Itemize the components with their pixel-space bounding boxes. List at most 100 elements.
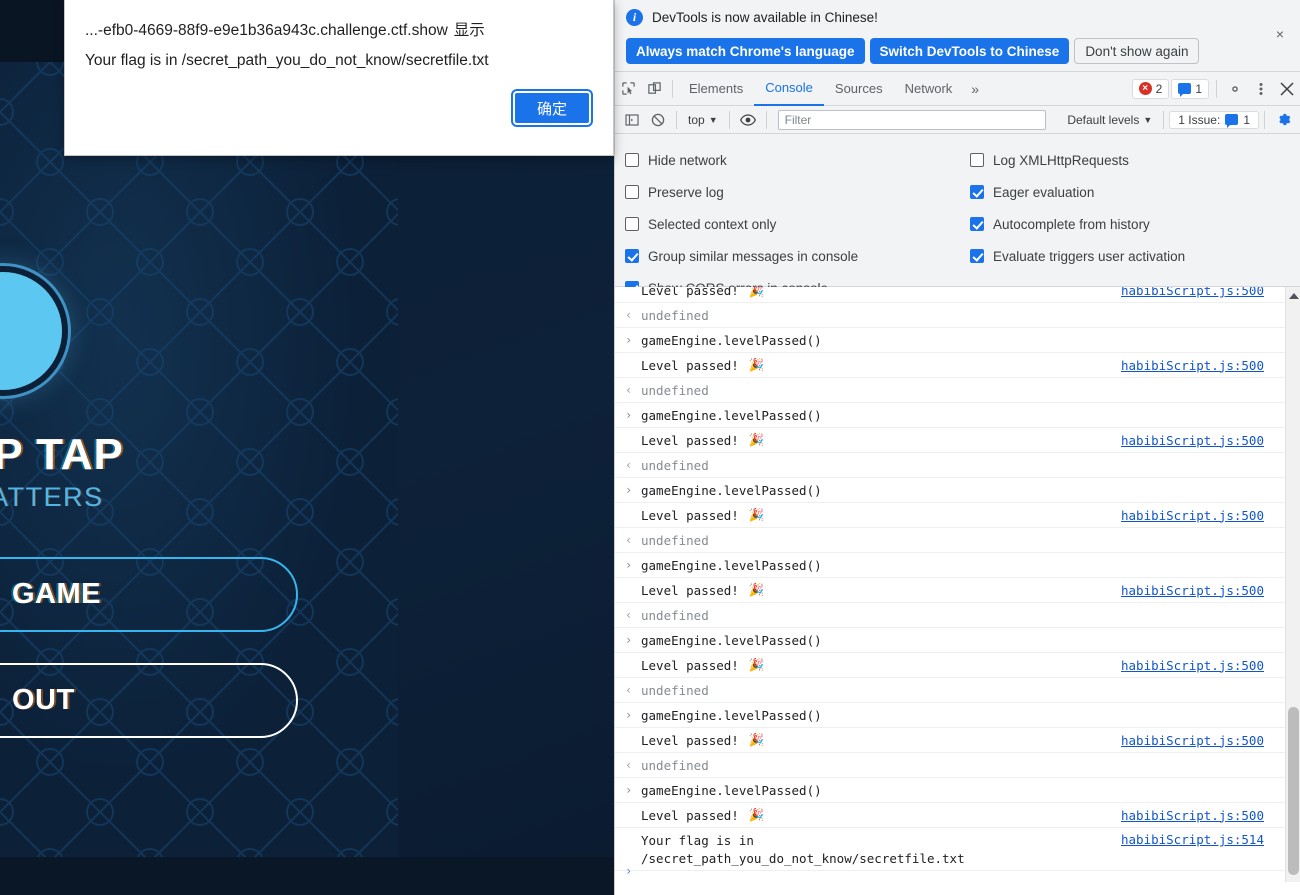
kebab-menu-icon[interactable] bbox=[1248, 76, 1274, 102]
party-popper-emoji: 🎉 bbox=[748, 357, 765, 372]
console-log-row[interactable]: › gameEngine.levelPassed() bbox=[615, 553, 1300, 578]
autocomplete-from-history-checkbox[interactable] bbox=[970, 217, 984, 231]
source-link[interactable]: habibiScript.js:500 bbox=[1121, 358, 1264, 373]
device-toolbar-icon[interactable] bbox=[641, 76, 667, 102]
clear-console-icon[interactable] bbox=[645, 107, 671, 133]
console-log-text: gameEngine.levelPassed() bbox=[641, 407, 822, 423]
info-icon: i bbox=[626, 9, 643, 26]
about-button[interactable]: OUT bbox=[0, 663, 298, 738]
console-log-text: gameEngine.levelPassed() bbox=[641, 557, 822, 573]
alert-ok-button[interactable]: 确定 bbox=[511, 89, 593, 127]
console-log-list[interactable]: Level passed! 🎉 habibiScript.js:500 ‹ undefi… bbox=[615, 287, 1300, 882]
group-similar-messages-checkbox[interactable] bbox=[625, 249, 639, 263]
tab-elements[interactable]: Elements bbox=[678, 72, 754, 106]
console-sidebar-icon[interactable] bbox=[619, 107, 645, 133]
execution-context-dropdown[interactable]: top ▼ bbox=[682, 113, 724, 127]
console-log-row[interactable]: ‹ undefined bbox=[615, 453, 1300, 478]
console-log-row[interactable]: Level passed! 🎉 habibiScript.js:500 bbox=[615, 728, 1300, 753]
console-log-text: gameEngine.levelPassed() bbox=[641, 782, 822, 798]
tab-console[interactable]: Console bbox=[754, 72, 824, 106]
setting-autocomplete-from-history[interactable]: Autocomplete from history bbox=[970, 208, 1185, 240]
gear-icon[interactable] bbox=[1222, 76, 1248, 102]
message-count-badge[interactable]: 1 bbox=[1171, 78, 1209, 99]
scrollbar-thumb[interactable] bbox=[1288, 707, 1299, 875]
error-count-badge[interactable]: × 2 bbox=[1131, 78, 1170, 99]
log-levels-dropdown[interactable]: Default levels ▼ bbox=[1061, 113, 1158, 127]
console-log-text: gameEngine.levelPassed() bbox=[641, 632, 822, 648]
close-devtools-icon[interactable] bbox=[1274, 76, 1300, 102]
source-link[interactable]: habibiScript.js:500 bbox=[1121, 287, 1264, 298]
filter-input[interactable] bbox=[777, 109, 1046, 130]
source-link[interactable]: habibiScript.js:500 bbox=[1121, 808, 1264, 823]
close-icon[interactable]: × bbox=[1271, 25, 1289, 43]
console-log-row[interactable]: Level passed! 🎉 habibiScript.js:500 bbox=[615, 803, 1300, 828]
start-game-button[interactable]: GAME bbox=[0, 557, 298, 632]
selected-context-only-checkbox[interactable] bbox=[625, 217, 639, 231]
preserve-log-checkbox[interactable] bbox=[625, 185, 639, 199]
console-log-row[interactable]: ‹ undefined bbox=[615, 528, 1300, 553]
setting-evaluate-triggers-user-activation[interactable]: Evaluate triggers user activation bbox=[970, 240, 1185, 272]
setting-hide-network[interactable]: Hide network bbox=[625, 144, 858, 176]
console-log-row[interactable]: › gameEngine.levelPassed() bbox=[615, 328, 1300, 353]
console-log-row[interactable]: ‹ undefined bbox=[615, 603, 1300, 628]
setting-group-similar-messages[interactable]: Group similar messages in console bbox=[625, 240, 858, 272]
console-toolbar-divider-5 bbox=[1264, 110, 1265, 129]
console-log-row[interactable]: › gameEngine.levelPassed() bbox=[615, 778, 1300, 803]
console-filter-toolbar: top ▼ Default levels ▼ 1 Issue: 1 bbox=[615, 106, 1300, 134]
console-log-row[interactable]: Level passed! 🎉 habibiScript.js:500 bbox=[615, 353, 1300, 378]
console-log-text: gameEngine.levelPassed() bbox=[641, 332, 822, 348]
source-link[interactable]: habibiScript.js:500 bbox=[1121, 433, 1264, 448]
console-log-row[interactable]: ‹ undefined bbox=[615, 753, 1300, 778]
console-scrollbar[interactable] bbox=[1285, 287, 1300, 882]
console-log-row[interactable]: Level passed! 🎉 habibiScript.js:500 bbox=[615, 287, 1300, 303]
prompt-caret-icon: › bbox=[625, 864, 633, 878]
inspect-element-icon[interactable] bbox=[615, 76, 641, 102]
scroll-up-arrow-icon[interactable] bbox=[1289, 293, 1299, 299]
console-log-row[interactable]: ‹ undefined bbox=[615, 303, 1300, 328]
log-xmlhttprequests-checkbox[interactable] bbox=[970, 153, 984, 167]
source-link[interactable]: habibiScript.js:500 bbox=[1121, 658, 1264, 673]
alert-origin-host: ...-efb0-4669-88f9-e9e1b36a943c.challeng… bbox=[85, 22, 448, 39]
setting-preserve-log[interactable]: Preserve log bbox=[625, 176, 858, 208]
console-log-row[interactable]: › gameEngine.levelPassed() bbox=[615, 628, 1300, 653]
eager-evaluation-checkbox[interactable] bbox=[970, 185, 984, 199]
hide-network-checkbox[interactable] bbox=[625, 153, 639, 167]
source-link[interactable]: habibiScript.js:514 bbox=[1121, 832, 1264, 847]
source-link[interactable]: habibiScript.js:500 bbox=[1121, 583, 1264, 598]
console-input-prompt[interactable]: › bbox=[615, 860, 1300, 882]
tab-network[interactable]: Network bbox=[894, 72, 964, 106]
console-log-row[interactable]: Level passed! 🎉 habibiScript.js:500 bbox=[615, 503, 1300, 528]
console-log-row[interactable]: Level passed! 🎉 habibiScript.js:500 bbox=[615, 653, 1300, 678]
console-log-row[interactable]: ‹ undefined bbox=[615, 378, 1300, 403]
chevron-down-icon-2: ▼ bbox=[1143, 114, 1153, 125]
console-log-row[interactable]: Level passed! 🎉 habibiScript.js:500 bbox=[615, 578, 1300, 603]
console-log-row[interactable]: › gameEngine.levelPassed() bbox=[615, 403, 1300, 428]
console-log-row[interactable]: ‹ undefined bbox=[615, 678, 1300, 703]
eager-evaluation-label: Eager evaluation bbox=[993, 184, 1095, 200]
console-settings-gear-icon[interactable] bbox=[1270, 107, 1296, 133]
live-expression-icon[interactable] bbox=[735, 107, 761, 133]
evaluate-triggers-user-activation-checkbox[interactable] bbox=[970, 249, 984, 263]
toolbar-divider-2 bbox=[1216, 79, 1217, 98]
setting-eager-evaluation[interactable]: Eager evaluation bbox=[970, 176, 1185, 208]
always-match-chrome-language-button[interactable]: Always match Chrome's language bbox=[626, 38, 865, 64]
console-log-row[interactable]: Level passed! 🎉 habibiScript.js:500 bbox=[615, 428, 1300, 453]
tab-sources[interactable]: Sources bbox=[824, 72, 894, 106]
issues-badge[interactable]: 1 Issue: 1 bbox=[1169, 110, 1259, 129]
input-arrow-icon: › bbox=[625, 408, 633, 422]
setting-selected-context-only[interactable]: Selected context only bbox=[625, 208, 858, 240]
switch-devtools-to-chinese-button[interactable]: Switch DevTools to Chinese bbox=[869, 38, 1070, 64]
setting-log-xhr[interactable]: Log XMLHttpRequests bbox=[970, 144, 1185, 176]
input-arrow-icon: › bbox=[625, 333, 633, 347]
result-arrow-icon: ‹ bbox=[625, 683, 633, 697]
console-log-text: Level passed! bbox=[641, 582, 739, 598]
console-log-row[interactable]: › gameEngine.levelPassed() bbox=[615, 703, 1300, 728]
infobar-message-row: i DevTools is now available in Chinese! bbox=[626, 9, 878, 26]
more-tabs-icon[interactable]: » bbox=[963, 81, 987, 97]
source-link[interactable]: habibiScript.js:500 bbox=[1121, 508, 1264, 523]
dont-show-again-button[interactable]: Don't show again bbox=[1074, 38, 1200, 64]
console-log-text: Level passed! bbox=[641, 657, 739, 673]
source-link[interactable]: habibiScript.js:500 bbox=[1121, 733, 1264, 748]
console-log-row[interactable]: › gameEngine.levelPassed() bbox=[615, 478, 1300, 503]
console-log-text: undefined bbox=[641, 532, 709, 548]
